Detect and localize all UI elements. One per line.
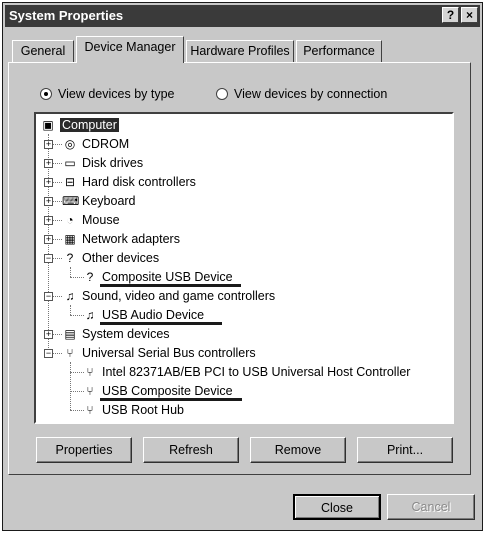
view-by-connection-option[interactable]: View devices by connection	[216, 86, 387, 102]
expand-disk-drives[interactable]: +	[44, 159, 53, 168]
disk-controller-icon: ⊟	[64, 175, 76, 189]
tree-item-label: Disk drives	[82, 156, 144, 170]
tab-performance[interactable]: Performance	[296, 40, 382, 62]
view-by-connection-label: View devices by connection	[234, 87, 388, 101]
sound-controller-icon: ♫	[65, 289, 75, 303]
usb-icon: ⑂	[86, 384, 94, 398]
view-by-connection-radio[interactable]	[216, 88, 228, 100]
tree-item-system-devices[interactable]: ▤ System devices	[62, 325, 170, 343]
usb-icon: ⑂	[86, 403, 94, 417]
sound-controller-icon: ♫	[85, 308, 95, 322]
tree-item-hard-disk-controllers[interactable]: ⊟ Hard disk controllers	[62, 173, 196, 191]
tree-item-mouse[interactable]: ◔ Mouse	[62, 211, 120, 229]
tree-item-cdrom[interactable]: ◎ CDROM	[62, 135, 129, 153]
tree-item-label: USB Root Hub	[102, 403, 184, 417]
close-button[interactable]: Close	[293, 494, 381, 520]
tree-item-label: CDROM	[82, 137, 130, 151]
expand-mouse[interactable]: +	[44, 216, 53, 225]
tree-item-intel-usb-host-controller[interactable]: ⑂ Intel 82371AB/EB PCI to USB Universal …	[82, 363, 410, 381]
unknown-device-icon: ?	[66, 251, 74, 265]
tree-item-usb-controllers[interactable]: ⑂ Universal Serial Bus controllers	[62, 344, 256, 362]
window-title: System Properties	[9, 8, 124, 23]
expand-network-adapters[interactable]: +	[44, 235, 53, 244]
cancel-button[interactable]: Cancel	[387, 494, 475, 520]
usb-icon: ⑂	[66, 346, 74, 360]
tree-item-label: Mouse	[82, 213, 120, 227]
tree-item-label: Sound, video and game controllers	[82, 289, 276, 303]
tree-item-label: Other devices	[82, 251, 160, 265]
view-by-type-radio[interactable]	[40, 88, 52, 100]
view-by-type-label: View devices by type	[58, 87, 175, 101]
tree-item-disk-drives[interactable]: ▭ Disk drives	[62, 154, 143, 172]
tree-item-sound-video-game-controllers[interactable]: ♫ Sound, video and game controllers	[62, 287, 276, 305]
refresh-button[interactable]: Refresh	[143, 437, 239, 463]
tab-hardware-profiles[interactable]: Hardware Profiles	[186, 40, 294, 62]
network-adapter-icon: ▦	[64, 232, 76, 246]
tree-item-label: System devices	[82, 327, 170, 341]
properties-button[interactable]: Properties	[36, 437, 132, 463]
tree-item-label: Network adapters	[82, 232, 180, 246]
tree-item-label: Universal Serial Bus controllers	[82, 346, 256, 360]
tree-item-usb-root-hub[interactable]: ⑂ USB Root Hub	[82, 401, 184, 419]
tree-item-label: Hard disk controllers	[82, 175, 196, 189]
expand-keyboard[interactable]: +	[44, 197, 53, 206]
computer-icon: ▣	[42, 118, 54, 132]
expand-cdrom[interactable]: +	[44, 140, 53, 149]
tree-item-keyboard[interactable]: ⌨ Keyboard	[62, 192, 136, 210]
tree-item-label: Composite USB Device	[102, 270, 233, 284]
tree-root-label: Computer	[60, 118, 119, 132]
tab-general[interactable]: General	[12, 40, 74, 62]
tree-item-label: Intel 82371AB/EB PCI to USB Universal Ho…	[102, 365, 411, 379]
tree-item-label: USB Audio Device	[102, 308, 205, 322]
tree-root-computer[interactable]: ▣ Computer	[40, 116, 119, 134]
close-window-button[interactable]: ×	[461, 7, 478, 23]
mouse-icon: ◔	[66, 213, 74, 227]
expand-system-devices[interactable]: +	[44, 330, 53, 339]
device-tree[interactable]: ▣ Computer + ◎ CDROM + ▭ Disk drives + ⊟…	[34, 112, 454, 424]
tree-item-label: USB Composite Device	[102, 384, 233, 398]
tree-item-label: Keyboard	[82, 194, 136, 208]
help-button[interactable]: ?	[442, 7, 459, 23]
tree-item-other-devices[interactable]: ? Other devices	[62, 249, 159, 267]
keyboard-icon: ⌨	[62, 194, 80, 208]
collapse-sound-video-game[interactable]: −	[44, 292, 53, 301]
tab-device-manager[interactable]: Device Manager	[76, 36, 184, 63]
system-device-icon: ▤	[64, 327, 76, 341]
view-by-type-option[interactable]: View devices by type	[40, 86, 175, 102]
cdrom-icon: ◎	[64, 137, 76, 151]
expand-hard-disk-controllers[interactable]: +	[44, 178, 53, 187]
collapse-other-devices[interactable]: −	[44, 254, 53, 263]
collapse-usb-controllers[interactable]: −	[44, 349, 53, 358]
tree-item-network-adapters[interactable]: ▦ Network adapters	[62, 230, 180, 248]
print-button[interactable]: Print...	[357, 437, 453, 463]
disk-drive-icon: ▭	[64, 156, 76, 170]
remove-button[interactable]: Remove	[250, 437, 346, 463]
usb-icon: ⑂	[86, 365, 94, 379]
title-bar[interactable]: System Properties ? ×	[5, 5, 480, 27]
unknown-device-icon: ?	[86, 270, 94, 284]
